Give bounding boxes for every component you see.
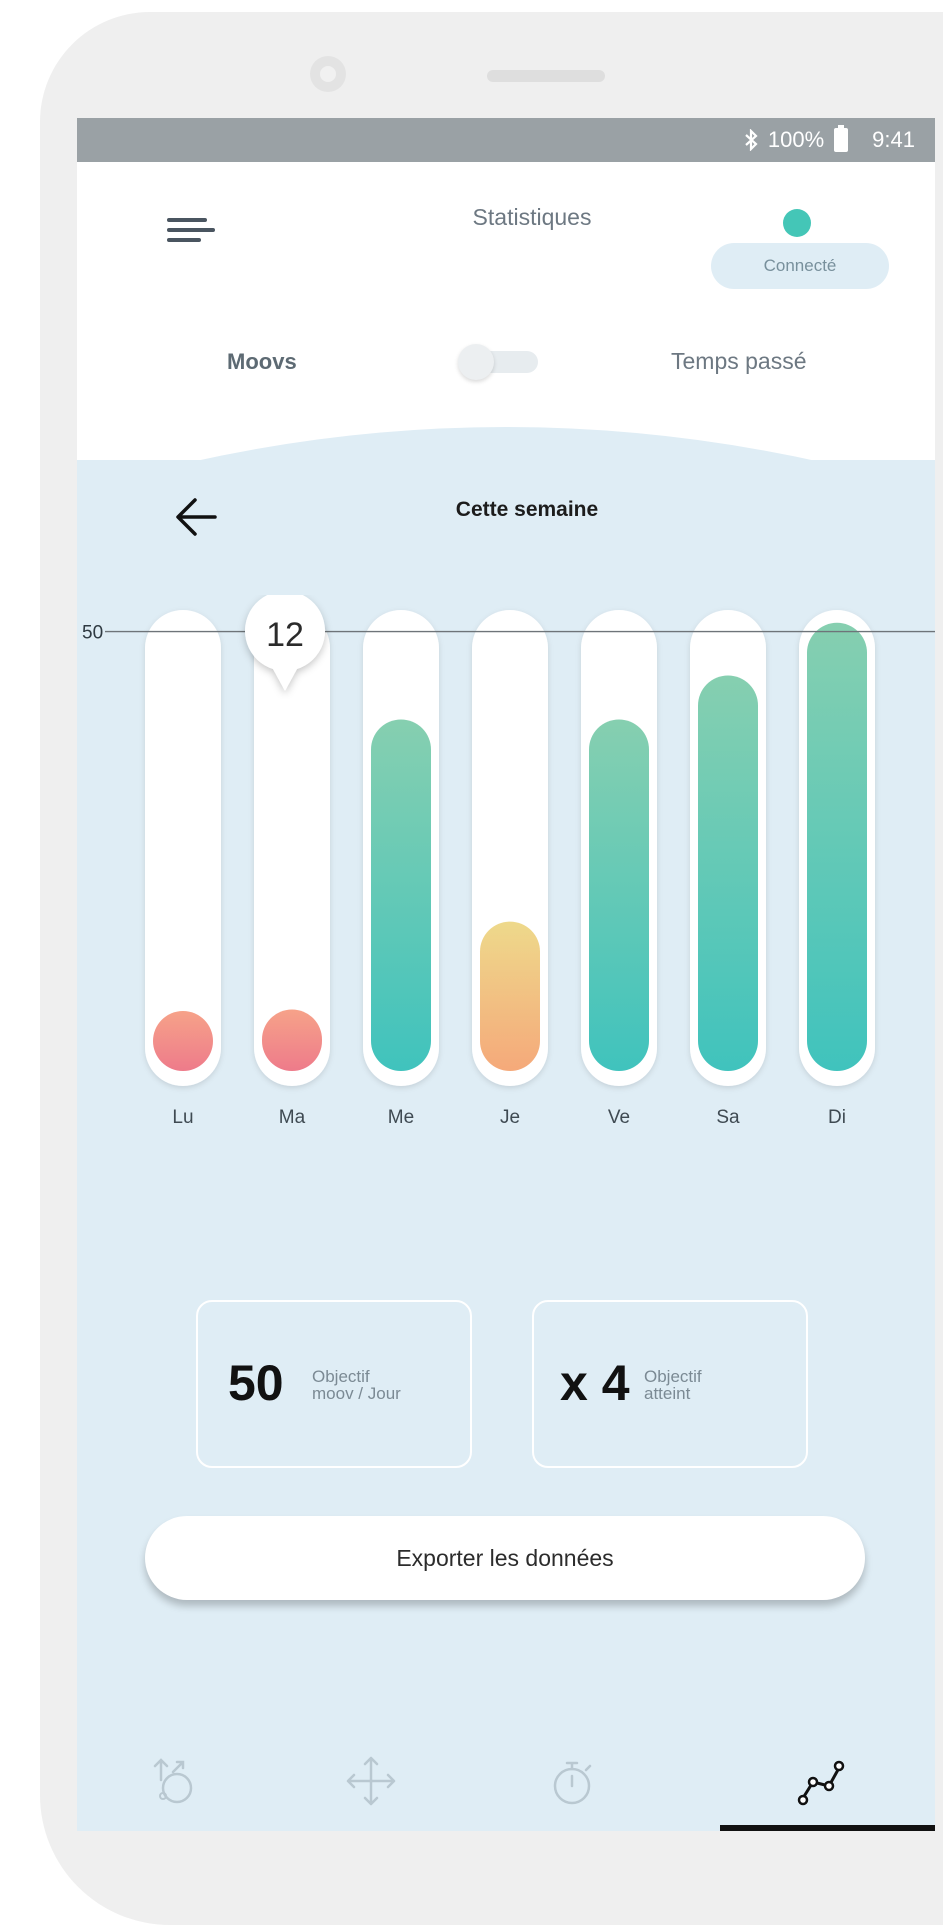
daily-goal-number: 50 [228,1355,284,1411]
day-label-je: Je [500,1107,520,1128]
bar-ve[interactable] [589,719,649,1071]
rotation-icon[interactable] [139,1746,209,1816]
value-tooltip: 12 [237,595,333,699]
day-label-ma: Ma [279,1107,306,1128]
bar-sa[interactable] [698,675,758,1071]
day-label-lu: Lu [172,1107,193,1128]
bar-di[interactable] [807,622,867,1071]
daily-goal-label: Objectif [312,1367,370,1386]
goal-reached-description: Objectif atteint [644,1368,702,1402]
daily-goal-description: Objectif moov / Jour [312,1368,401,1402]
active-tab-indicator [720,1825,935,1831]
export-data-button[interactable]: Exporter les données [145,1516,865,1600]
statistics-icon[interactable] [787,1746,857,1816]
goal-reached-card: x 4 Objectif atteint [532,1300,808,1468]
goal-reached-label: Objectif [644,1367,702,1386]
front-camera [310,56,346,92]
day-label-sa: Sa [716,1107,740,1128]
move-arrows-icon[interactable] [336,1746,406,1816]
daily-goal-unit: moov / Jour [312,1384,401,1403]
bar-me[interactable] [371,719,431,1071]
bar-ma[interactable] [262,1009,322,1071]
target-line-label: 50 [82,623,103,644]
day-label-me: Me [388,1107,414,1128]
bar-lu[interactable] [153,1011,213,1071]
day-label-ve: Ve [608,1107,630,1128]
daily-goal-card: 50 Objectif moov / Jour [196,1300,472,1468]
goal-reached-count: x 4 [560,1355,630,1411]
tooltip-value: 12 [266,616,304,654]
earpiece-speaker [487,70,605,82]
goal-reached-sub: atteint [644,1384,691,1403]
day-label-di: Di [828,1107,846,1128]
app-screen: 100% 9:41 Statistiques Connecté Moovs Te… [77,118,935,1831]
stopwatch-icon[interactable] [537,1746,607,1816]
bar-je[interactable] [480,921,540,1071]
